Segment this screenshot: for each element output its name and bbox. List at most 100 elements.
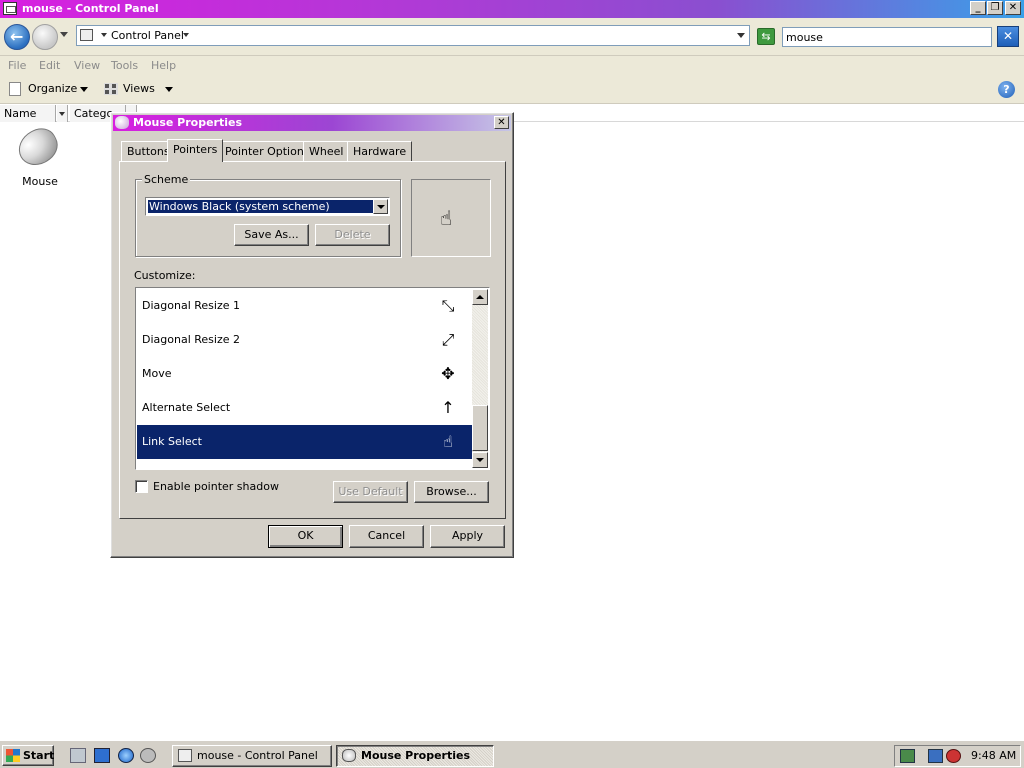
breadcrumb-control-panel[interactable]: Control Panel xyxy=(111,29,184,42)
search-input[interactable] xyxy=(782,27,992,47)
menu-view[interactable]: View xyxy=(74,59,100,72)
command-toolbar: Organize Views ? xyxy=(0,76,1024,104)
breadcrumb-separator-icon[interactable] xyxy=(101,33,107,37)
pointer-shadow-checkbox[interactable] xyxy=(135,480,148,493)
control-panel-icon xyxy=(80,29,93,41)
close-button[interactable]: ✕ xyxy=(1005,1,1021,15)
forward-button[interactable] xyxy=(32,24,58,50)
dialog-close-button[interactable]: ✕ xyxy=(494,116,509,129)
task-label: mouse - Control Panel xyxy=(197,749,318,762)
cursor-name: Diagonal Resize 2 xyxy=(142,333,240,346)
task-label: Mouse Properties xyxy=(361,749,471,762)
clock[interactable]: 9:48 AM xyxy=(971,749,1016,762)
column-name[interactable]: Name xyxy=(0,105,56,122)
menu-file[interactable]: File xyxy=(8,59,26,72)
volume-muted-icon[interactable] xyxy=(946,749,961,763)
views-dropdown-icon[interactable] xyxy=(165,87,173,92)
cursor-name: Move xyxy=(142,367,172,380)
internet-explorer-icon[interactable] xyxy=(118,748,134,763)
organize-button[interactable]: Organize xyxy=(28,82,77,95)
mouse-properties-dialog: Mouse Properties ✕ Buttons Pointers Poin… xyxy=(110,112,514,558)
dialog-titlebar[interactable]: Mouse Properties ✕ xyxy=(113,115,511,131)
show-desktop-icon[interactable] xyxy=(70,748,86,763)
search-clear-button[interactable]: ✕ xyxy=(997,26,1019,47)
views-icon xyxy=(104,83,118,95)
help-icon[interactable]: ? xyxy=(998,81,1015,98)
delete-button[interactable]: Delete xyxy=(315,224,390,246)
breadcrumb-dropdown-icon[interactable] xyxy=(183,33,189,37)
browse-button[interactable]: Browse... xyxy=(414,481,489,503)
window-titlebar[interactable]: mouse - Control Panel _ ❐ ✕ xyxy=(0,0,1024,18)
cursor-list[interactable]: Diagonal Resize 1 ⤡ Diagonal Resize 2 ⤢ … xyxy=(135,287,490,470)
organize-icon xyxy=(9,82,21,96)
recent-pages-dropdown[interactable] xyxy=(60,32,68,37)
address-bar: Control Panel ⇆ ✕ xyxy=(0,18,1024,56)
list-item[interactable]: Diagonal Resize 2 ⤢ xyxy=(137,323,473,357)
dialog-title: Mouse Properties xyxy=(133,116,243,129)
taskbar: Start mouse - Control Panel Mouse Proper… xyxy=(0,740,1024,768)
cursor-name: Link Select xyxy=(142,435,202,448)
network-icon[interactable] xyxy=(928,749,943,763)
move-icon: ✥ xyxy=(441,364,455,383)
list-item[interactable]: Diagonal Resize 1 ⤡ xyxy=(137,289,473,323)
diagonal-resize-2-icon: ⤢ xyxy=(441,330,455,349)
scheme-label: Scheme xyxy=(142,173,191,186)
hand-pointer-icon: ☝ xyxy=(440,206,453,230)
column-name-filter-icon[interactable] xyxy=(57,105,68,122)
task-control-panel[interactable]: mouse - Control Panel xyxy=(172,745,332,767)
scheme-selected-value: Windows Black (system scheme) xyxy=(148,200,373,213)
scroll-up-icon[interactable] xyxy=(472,289,488,305)
cancel-button[interactable]: Cancel xyxy=(349,525,424,548)
system-tray: 9:48 AM xyxy=(894,745,1021,767)
refresh-button[interactable]: ⇆ xyxy=(757,28,775,45)
start-label: Start xyxy=(23,749,55,762)
scroll-down-icon[interactable] xyxy=(472,452,488,468)
scroll-thumb[interactable] xyxy=(472,405,488,451)
list-item[interactable]: Move ✥ xyxy=(137,357,473,391)
windows-logo-icon xyxy=(6,749,20,762)
chevron-down-icon[interactable] xyxy=(373,199,388,214)
mouse-control-panel-item[interactable]: Mouse xyxy=(10,122,70,192)
window-title: mouse - Control Panel xyxy=(22,2,159,15)
alternate-select-icon: ↑ xyxy=(441,398,455,417)
tab-pointer-options[interactable]: Pointer Options xyxy=(219,141,316,161)
control-panel-icon xyxy=(3,2,17,15)
item-label: Mouse xyxy=(22,175,58,188)
control-panel-icon xyxy=(178,749,192,762)
menu-edit[interactable]: Edit xyxy=(39,59,60,72)
start-button[interactable]: Start xyxy=(2,745,54,766)
minimize-button[interactable]: _ xyxy=(970,1,986,15)
security-shield-icon[interactable] xyxy=(900,749,915,763)
cursor-name: Alternate Select xyxy=(142,401,231,414)
customize-label: Customize: xyxy=(134,269,196,282)
views-button[interactable]: Views xyxy=(123,82,155,95)
media-player-icon[interactable] xyxy=(140,748,156,763)
organize-dropdown-icon[interactable] xyxy=(80,87,88,92)
list-scrollbar[interactable] xyxy=(472,289,488,468)
cursor-name: Diagonal Resize 1 xyxy=(142,299,240,312)
link-select-icon: ☝ xyxy=(443,432,453,451)
restore-button[interactable]: ❐ xyxy=(987,1,1003,15)
back-button[interactable] xyxy=(4,24,30,50)
tab-pointers[interactable]: Pointers xyxy=(167,139,224,162)
menu-tools[interactable]: Tools xyxy=(111,59,138,72)
menu-help[interactable]: Help xyxy=(151,59,176,72)
scheme-dropdown[interactable]: Windows Black (system scheme) xyxy=(145,197,390,216)
save-as-button[interactable]: Save As... xyxy=(234,224,309,246)
pointer-shadow-label[interactable]: Enable pointer shadow xyxy=(153,480,279,493)
tab-wheel[interactable]: Wheel xyxy=(303,141,350,161)
address-history-dropdown[interactable] xyxy=(737,33,745,38)
mouse-properties-icon xyxy=(115,116,129,129)
computer-icon[interactable] xyxy=(94,748,110,763)
mouse-properties-icon xyxy=(342,749,356,762)
ok-button[interactable]: OK xyxy=(268,525,343,548)
use-default-button[interactable]: Use Default xyxy=(333,481,408,503)
mouse-icon xyxy=(12,122,64,172)
menu-bar: File Edit View Tools Help xyxy=(0,56,1024,76)
address-field[interactable]: Control Panel xyxy=(76,25,750,46)
list-item[interactable]: Alternate Select ↑ xyxy=(137,391,473,425)
task-mouse-properties[interactable]: Mouse Properties xyxy=(336,745,494,767)
list-item-selected[interactable]: Link Select ☝ xyxy=(137,425,473,459)
tab-hardware[interactable]: Hardware xyxy=(347,141,413,161)
apply-button[interactable]: Apply xyxy=(430,525,505,548)
